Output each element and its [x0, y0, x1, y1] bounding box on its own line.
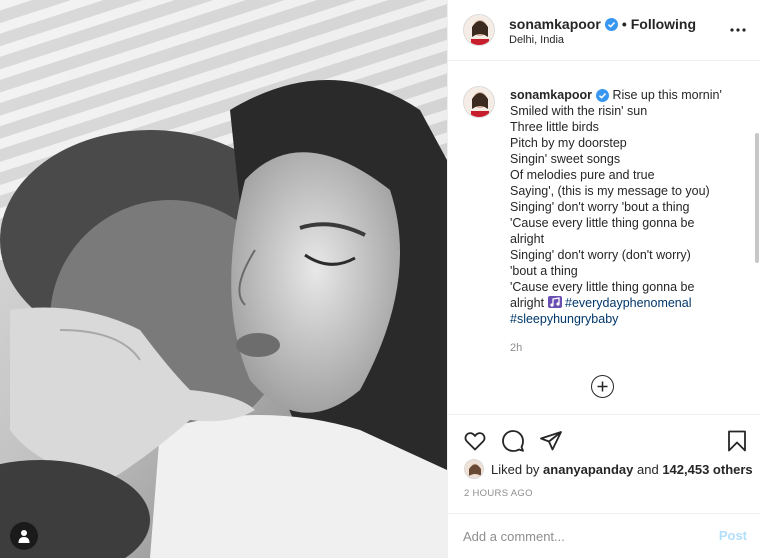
caption-line: 'Cause every little thing gonna be: [510, 280, 695, 294]
bookmark-icon[interactable]: [725, 429, 749, 453]
caption-line: Rise up this mornin': [612, 88, 722, 102]
caption-line: Singing' don't worry (don't worry): [510, 248, 691, 262]
post-image: [0, 0, 447, 558]
post-photo[interactable]: [0, 0, 447, 558]
separator-dot: •: [621, 16, 627, 32]
caption-line: Smiled with the risin' sun: [510, 104, 648, 118]
author-username[interactable]: sonamkapoor: [509, 16, 601, 32]
caption-line: 'Cause every little thing gonna be: [510, 216, 695, 230]
hashtag-link[interactable]: #sleepyhungrybaby: [510, 311, 746, 327]
caption-author-avatar[interactable]: [463, 86, 495, 118]
action-bar: [448, 414, 760, 464]
caption-line: 'bout a thing: [510, 264, 578, 278]
liker-avatar[interactable]: [464, 459, 484, 479]
post-caption: sonamkapoor Rise up this mornin' Smiled …: [510, 87, 746, 327]
post-location[interactable]: Delhi, India: [509, 34, 564, 46]
post-timestamp[interactable]: 2 HOURS AGO: [464, 488, 533, 499]
user-tag-icon[interactable]: [10, 522, 38, 550]
likes-summary: Liked by ananyapanday and 142,453 others: [464, 458, 753, 480]
heart-icon[interactable]: [463, 429, 487, 453]
following-button[interactable]: Following: [631, 16, 696, 32]
comment-icon[interactable]: [501, 429, 525, 453]
caption-line: Singin' sweet songs: [510, 152, 621, 166]
caption-username[interactable]: sonamkapoor: [510, 88, 592, 102]
comment-input[interactable]: [463, 526, 693, 546]
liker-username[interactable]: ananyapanday: [543, 462, 633, 477]
caption-line: Saying', (this is my message to you): [510, 184, 710, 198]
caption-line: alright: [510, 296, 545, 310]
musical-notes-icon: [547, 296, 562, 308]
likes-count[interactable]: 142,453 others: [662, 462, 752, 477]
plus-circle-icon[interactable]: [591, 375, 614, 398]
comment-bar: Post: [448, 513, 760, 558]
hashtag-link[interactable]: #everydayphenomenal: [565, 296, 691, 310]
author-avatar[interactable]: [463, 14, 495, 46]
likes-conjunction: and: [637, 461, 659, 477]
caption-line: alright: [510, 232, 545, 246]
share-icon[interactable]: [539, 429, 563, 453]
verified-badge-icon: [604, 17, 618, 31]
caption-line: Three little birds: [510, 120, 599, 134]
likes-prefix: Liked by: [491, 461, 540, 477]
comments-area[interactable]: sonamkapoor Rise up this mornin' Smiled …: [448, 61, 760, 414]
caption-timestamp[interactable]: 2h: [510, 342, 522, 354]
post-comment-button[interactable]: Post: [719, 528, 747, 543]
caption-line: Singing' don't worry 'bout a thing: [510, 200, 690, 214]
verified-badge-icon: [595, 89, 609, 103]
caption-line: Of melodies pure and true: [510, 168, 655, 182]
post-side-panel: sonamkapoor • Following Delhi, India son…: [447, 0, 760, 558]
more-options-icon[interactable]: [730, 22, 746, 38]
caption-line: Pitch by my doorstep: [510, 136, 627, 150]
post-header: sonamkapoor • Following Delhi, India: [448, 0, 760, 61]
scrollbar[interactable]: [755, 133, 759, 263]
